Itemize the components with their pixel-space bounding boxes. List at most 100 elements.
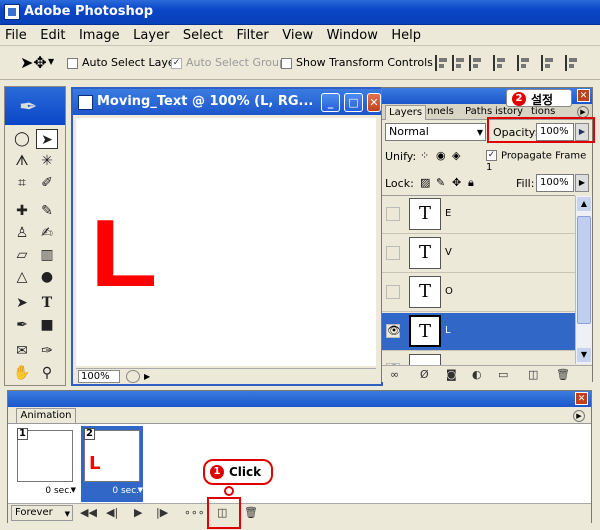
unify-position-icon[interactable]: ⁘ [420,149,429,162]
type-tool-icon[interactable]: T [36,293,58,313]
link-layers-icon[interactable]: ∞ [390,368,399,381]
eye-icon[interactable]: 👁︎ [386,324,401,338]
layer-style-icon[interactable]: Ø [420,368,429,381]
unify-visibility-icon[interactable]: ◉ [436,149,446,162]
blend-mode-select[interactable]: Normal ▼ [385,123,486,141]
align-bottom-icon[interactable] [469,55,483,71]
layer-mask-icon[interactable]: ◙ [446,368,457,381]
move-tool-preset-icon[interactable]: ➤✥ [20,53,47,72]
notes-tool-icon[interactable]: ✉ [11,341,33,361]
lasso-tool-icon[interactable]: ᗑ [11,151,33,171]
layers-close-icon[interactable]: ✕ [577,89,590,102]
delay-chevron-icon[interactable]: ▼ [71,486,76,494]
menu-edit[interactable]: Edit [35,25,70,43]
trash-icon[interactable]: 🗑︎ [244,506,258,519]
menu-view[interactable]: View [277,25,318,43]
scroll-thumb[interactable] [577,216,591,324]
lock-image-icon[interactable]: ✎ [436,176,445,189]
marquee-tool-icon[interactable]: ◯ [11,129,33,149]
align-left-icon[interactable] [493,55,507,71]
clone-stamp-tool-icon[interactable]: ♙ [11,223,33,243]
previous-frame-icon[interactable]: ◀| [106,506,118,519]
status-info-icon[interactable] [126,370,140,383]
align-hcenter-icon[interactable] [517,55,531,71]
play-icon[interactable]: ▶ [134,506,142,519]
animation-close-icon[interactable]: ✕ [575,392,588,405]
dodge-tool-icon[interactable]: ● [36,267,58,287]
tab-channels[interactable]: nnels [424,105,457,118]
zoom-field[interactable]: 100% [78,370,120,383]
menu-file[interactable]: File [0,25,32,43]
adjustment-layer-icon[interactable]: ◐ [472,368,482,381]
menu-filter[interactable]: Filter [232,25,274,43]
menu-help[interactable]: Help [386,25,426,43]
animation-palette-header[interactable]: ✕ [8,391,591,407]
frame-delay[interactable]: 0 sec. [45,486,72,496]
trash-icon[interactable]: 🗑︎ [556,368,570,381]
history-brush-tool-icon[interactable]: ✍ [36,223,58,243]
path-selection-tool-icon[interactable]: ➤ [11,293,33,313]
chevron-down-icon[interactable]: ▼ [48,57,54,66]
show-transform-controls-option[interactable]: Show Transform Controls [281,56,433,69]
fill-field[interactable]: 100% [536,174,574,192]
crop-tool-icon[interactable]: ⌗ [11,173,33,193]
layer-row[interactable]: T O [382,274,575,312]
propagate-frame-option[interactable]: Propagate Frame 1 [486,150,592,173]
distribute-icon[interactable] [565,55,579,71]
menu-window[interactable]: Window [322,25,383,43]
document-title-bar[interactable]: Moving_Text @ 100% (L, RG... _ □ ✕ [73,89,381,115]
first-frame-icon[interactable]: ◀◀ [80,506,97,519]
align-right-icon[interactable] [541,55,555,71]
layer-row-selected[interactable]: 👁︎ T L [382,313,575,351]
scroll-up-icon[interactable]: ▲ [577,197,591,211]
lock-position-icon[interactable]: ✥ [452,176,461,189]
visibility-toggle[interactable] [386,246,400,260]
tab-animation[interactable]: Animation [16,408,76,423]
layers-scrollbar[interactable]: ▲ ▼ [575,196,592,364]
layer-row[interactable]: T V [382,235,575,273]
visibility-toggle[interactable] [386,285,400,299]
healing-brush-tool-icon[interactable]: ✚ [11,201,33,221]
brush-tool-icon[interactable]: ✎ [36,201,58,221]
loop-select[interactable]: Forever ▼ [11,505,73,521]
tab-layers[interactable]: Layers [385,105,427,120]
animation-frame-selected[interactable]: L 2 0 sec. ▼ [81,426,143,502]
show-transform-controls-checkbox[interactable] [281,57,292,69]
layer-row[interactable]: T E [382,196,575,234]
slice-tool-icon[interactable]: ✐ [36,173,58,193]
hand-tool-icon[interactable]: ✋ [11,363,33,383]
eyedropper-tool-icon[interactable]: ✑ [36,341,58,361]
lock-transparent-icon[interactable]: ▨ [420,176,430,189]
lock-all-icon[interactable]: 🔒︎ [468,176,474,190]
magic-wand-tool-icon[interactable]: ✳ [36,151,58,171]
auto-select-layer-option[interactable]: Auto Select Layer [67,56,179,69]
visibility-toggle[interactable] [386,207,400,221]
animation-frame[interactable]: 1 0 sec. ▼ [14,426,76,502]
status-arrow-icon[interactable]: ▶ [144,372,150,381]
scroll-down-icon[interactable]: ▼ [577,348,591,362]
blur-tool-icon[interactable]: △ [11,267,33,287]
gradient-tool-icon[interactable]: ▥ [36,245,58,265]
new-group-icon[interactable]: ▭ [498,368,508,381]
close-button[interactable]: ✕ [367,93,381,112]
move-tool-icon[interactable]: ➤ [36,129,58,149]
fill-slider-arrow-icon[interactable]: ▶ [575,174,589,192]
eraser-tool-icon[interactable]: ▱ [11,245,33,265]
propagate-frame-checkbox[interactable] [486,150,497,161]
menu-select[interactable]: Select [178,25,228,43]
new-layer-icon[interactable]: ◫ [528,368,538,381]
next-frame-icon[interactable]: |▶ [156,506,168,519]
layer-row[interactable]: 👁︎ [382,352,575,365]
frame-delay[interactable]: 0 sec. [112,486,139,496]
align-top-icon[interactable] [435,55,449,71]
palette-menu-icon[interactable]: ▶ [573,410,585,422]
unify-style-icon[interactable]: ◈ [452,149,460,162]
shape-tool-icon[interactable]: ■ [36,315,58,335]
tween-icon[interactable]: ∘∘∘ [184,506,205,519]
delay-chevron-icon[interactable]: ▼ [138,486,143,494]
canvas[interactable]: L [76,118,376,366]
zoom-tool-icon[interactable]: ⚲ [36,363,58,383]
menu-layer[interactable]: Layer [128,25,174,43]
maximize-button[interactable]: □ [344,93,363,112]
minimize-button[interactable]: _ [321,93,340,112]
